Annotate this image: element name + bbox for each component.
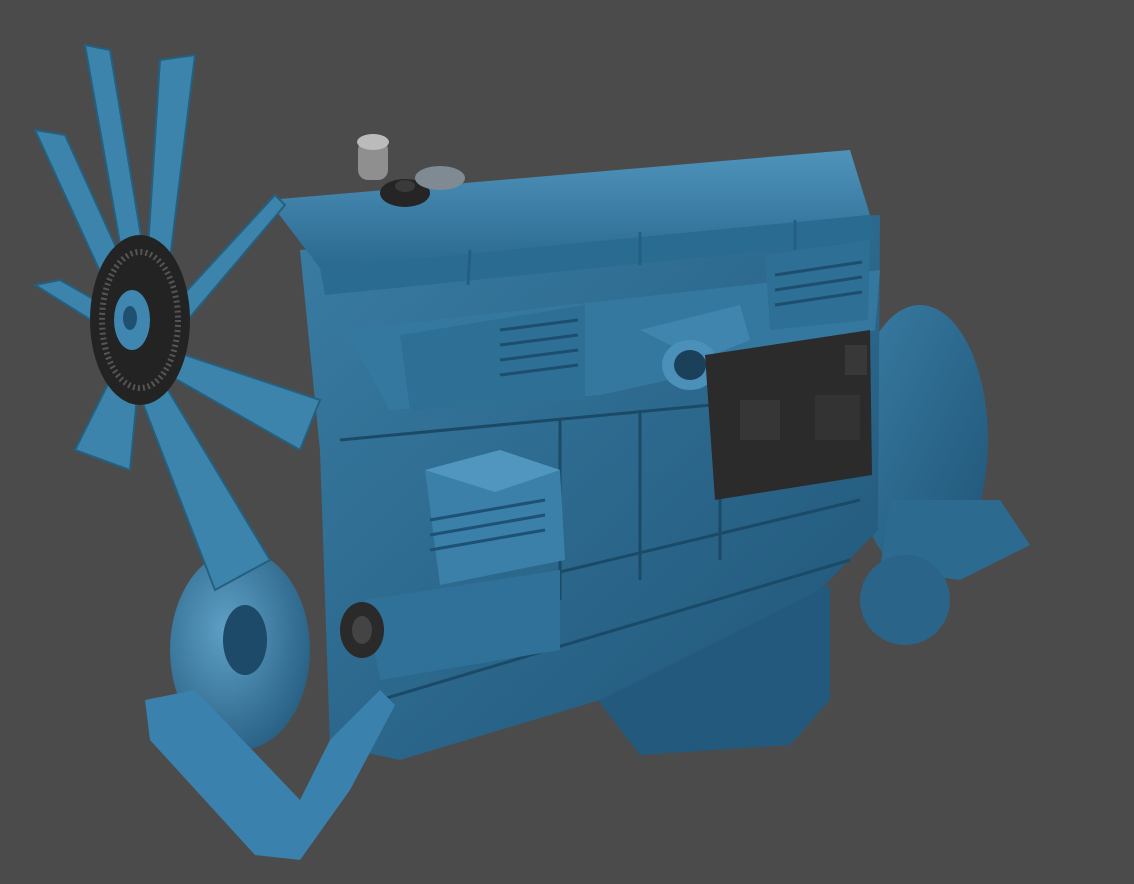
engine-render bbox=[32, 43, 1030, 860]
ecu-module bbox=[705, 330, 872, 500]
fan-hub bbox=[90, 235, 190, 405]
